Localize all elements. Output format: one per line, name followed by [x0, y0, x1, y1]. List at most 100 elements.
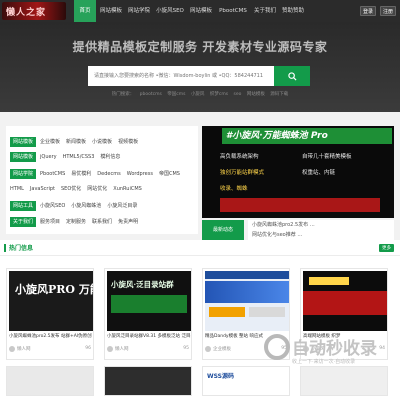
nav-item-pbootcms[interactable]: PbootCMS: [216, 0, 250, 22]
author-avatar: [107, 346, 113, 352]
news-ticker[interactable]: 小旋风蜘蛛池pro2.5发布 … 网站优化与seo推荐 …: [248, 220, 394, 240]
hot-search-label: 热门搜索：: [111, 92, 135, 97]
category-head[interactable]: 网站工具: [10, 200, 37, 211]
category-link[interactable]: SEO优化: [61, 185, 81, 192]
category-link[interactable]: XunRuiCMS: [113, 186, 142, 192]
banner-feature: 收录、蜘蛛: [220, 186, 248, 192]
category-link[interactable]: 联系我们: [92, 218, 112, 225]
category-link[interactable]: 服务项目: [40, 218, 60, 225]
author-avatar: [9, 346, 15, 352]
thumb-graphic: [111, 295, 187, 313]
news-item[interactable]: 小旋风蜘蛛池pro2.5发布 …: [252, 220, 390, 230]
top-nav: 懒人之家 首页 网站模板 网站学院 小旋风SEO 网站模板 PbootCMS 关…: [0, 0, 400, 22]
category-link[interactable]: HTML5/CSS3: [63, 154, 95, 160]
nav-item-about[interactable]: 关于我们: [252, 0, 278, 22]
card-title[interactable]: 小旋风泛目录站群V8.31 多模板泛站 泛目录: [107, 333, 191, 339]
hot-search-word[interactable]: 源码下载: [270, 92, 288, 97]
news-item[interactable]: 网站优化与seo推荐 …: [252, 230, 390, 240]
watermark: 自动秒收录 收上一下·来访一次·自动收录: [262, 330, 398, 378]
category-row: 网站学院 PbootCMS 易优模利 Dedecms Wordpress 帝国C…: [10, 168, 186, 179]
card-thumbnail[interactable]: [303, 271, 387, 331]
register-button[interactable]: 注册: [380, 6, 396, 16]
nav-item-templates[interactable]: 网站模板: [98, 0, 124, 22]
banner-feature: 高负载系统架构: [220, 154, 259, 160]
hot-search-word[interactable]: 网站模板: [247, 92, 265, 97]
category-link[interactable]: jQuery: [40, 154, 57, 160]
category-head[interactable]: 关于我们: [10, 216, 37, 227]
category-row: HTML JavaScript SEO优化 网站优化 XunRuiCMS: [10, 183, 148, 194]
thumb-caption: 小旋风PRO 万能蜘蛛池: [15, 283, 93, 296]
more-button[interactable]: 更多: [379, 244, 394, 252]
category-link[interactable]: 模利信息: [100, 153, 120, 160]
search-input[interactable]: [88, 66, 274, 86]
card-meta: 懒人网 95: [107, 345, 191, 355]
nav-item-seo[interactable]: 小旋风SEO: [154, 0, 186, 22]
category-link[interactable]: 免责声明: [118, 218, 138, 225]
category-link[interactable]: 定制服务: [66, 218, 86, 225]
search-button[interactable]: [274, 66, 310, 86]
partial-card[interactable]: [104, 366, 192, 396]
card-meta: 懒人网 96: [9, 345, 93, 355]
nav-item-templates-2[interactable]: 网站模板: [188, 0, 214, 22]
hot-search-word[interactable]: pbootcms: [140, 92, 162, 97]
hot-card[interactable]: 小旋风·泛目录站群 小旋风泛目录站群V8.31 多模板泛站 泛目录 懒人网 95: [104, 268, 192, 360]
hot-header: 热门信息 更多: [0, 240, 400, 256]
card-views: 96: [85, 346, 91, 351]
category-link[interactable]: PbootCMS: [40, 171, 65, 177]
thumb-header: [205, 271, 289, 279]
category-panel: 网站模板 企业模板 新闻模板 小说模板 视频模板 网站模板 jQuery HTM…: [6, 126, 198, 234]
category-link[interactable]: 企业模板: [40, 138, 60, 145]
card-title[interactable]: 小旋风蜘蛛池pro2.5发布 站群+AI伪原创: [9, 333, 93, 339]
category-link[interactable]: Wordpress: [127, 171, 153, 177]
card-views: 95: [183, 346, 189, 351]
thumb-caption: 小旋风·泛目录站群: [111, 280, 174, 289]
thumb-block: [209, 307, 245, 317]
hot-search-word[interactable]: 织梦cms: [210, 92, 228, 97]
card-thumbnail[interactable]: 小旋风·泛目录站群: [107, 271, 191, 331]
category-link[interactable]: Dedecms: [97, 171, 120, 177]
category-head[interactable]: 网站学院: [10, 168, 37, 179]
category-link[interactable]: 易优模利: [71, 170, 91, 177]
category-link[interactable]: JavaScript: [30, 186, 55, 192]
promo-banner[interactable]: #小旋风·万能蜘蛛池 Pro 高负载系统架构 自带几十套精美模板 独创万能站群模…: [202, 126, 394, 218]
card-category[interactable]: 企业模板: [213, 346, 231, 352]
hot-search-word[interactable]: 小旋风: [191, 92, 205, 97]
hero-slogan: 提供精品模板定制服务 开发素材专业源码专家: [72, 40, 328, 54]
watermark-subtext: 收上一下·来访一次·自动收录: [292, 359, 356, 365]
nav-item-sponsor[interactable]: 赞助赞助: [280, 0, 306, 22]
section-marker: [4, 244, 6, 252]
category-link[interactable]: 小说模板: [92, 138, 112, 145]
category-link[interactable]: 帝国CMS: [159, 170, 180, 177]
thumb-block: [249, 307, 285, 317]
category-link[interactable]: 新闻模板: [66, 138, 86, 145]
watermark-logo-icon: [264, 334, 290, 360]
partial-card[interactable]: [6, 366, 94, 396]
category-link[interactable]: 网站优化: [87, 185, 107, 192]
banner-title: #小旋风·万能蜘蛛池 Pro: [222, 128, 392, 144]
hot-card[interactable]: 小旋风PRO 万能蜘蛛池 小旋风蜘蛛池pro2.5发布 站群+AI伪原创 懒人网…: [6, 268, 94, 360]
news-badge: 最新动态: [202, 220, 244, 240]
category-link[interactable]: HTML: [10, 186, 24, 192]
category-link[interactable]: 小旋风蜘蛛池: [71, 202, 101, 209]
category-head[interactable]: 网站模板: [10, 151, 37, 162]
login-button[interactable]: 登录: [360, 6, 376, 16]
nav-item-home[interactable]: 首页: [74, 0, 96, 22]
thumb-block: [309, 277, 349, 285]
nav-item-academy[interactable]: 网站学院: [126, 0, 152, 22]
banner-red-strip: [220, 198, 380, 212]
card-thumbnail[interactable]: [205, 271, 289, 331]
category-row: 网站模板 企业模板 新闻模板 小说模板 视频模板: [10, 136, 144, 147]
hero-section: 提供精品模板定制服务 开发素材专业源码专家 热门搜索： pbootcms 帝国c…: [0, 22, 400, 112]
hot-search-word[interactable]: 帝国cms: [167, 92, 185, 97]
site-logo[interactable]: 懒人之家: [2, 2, 66, 20]
category-link[interactable]: 小旋风SEO: [40, 202, 65, 209]
category-link[interactable]: 小旋风泛目录: [107, 202, 137, 209]
author-avatar: [205, 346, 211, 352]
watermark-text: 自动秒收录: [292, 339, 377, 359]
hot-search-word[interactable]: seo: [234, 92, 242, 97]
category-link[interactable]: 视频模板: [118, 138, 138, 145]
card-category[interactable]: 懒人网: [17, 346, 31, 352]
category-head[interactable]: 网站模板: [10, 136, 37, 147]
card-category[interactable]: 懒人网: [115, 346, 129, 352]
card-thumbnail[interactable]: 小旋风PRO 万能蜘蛛池: [9, 271, 93, 331]
